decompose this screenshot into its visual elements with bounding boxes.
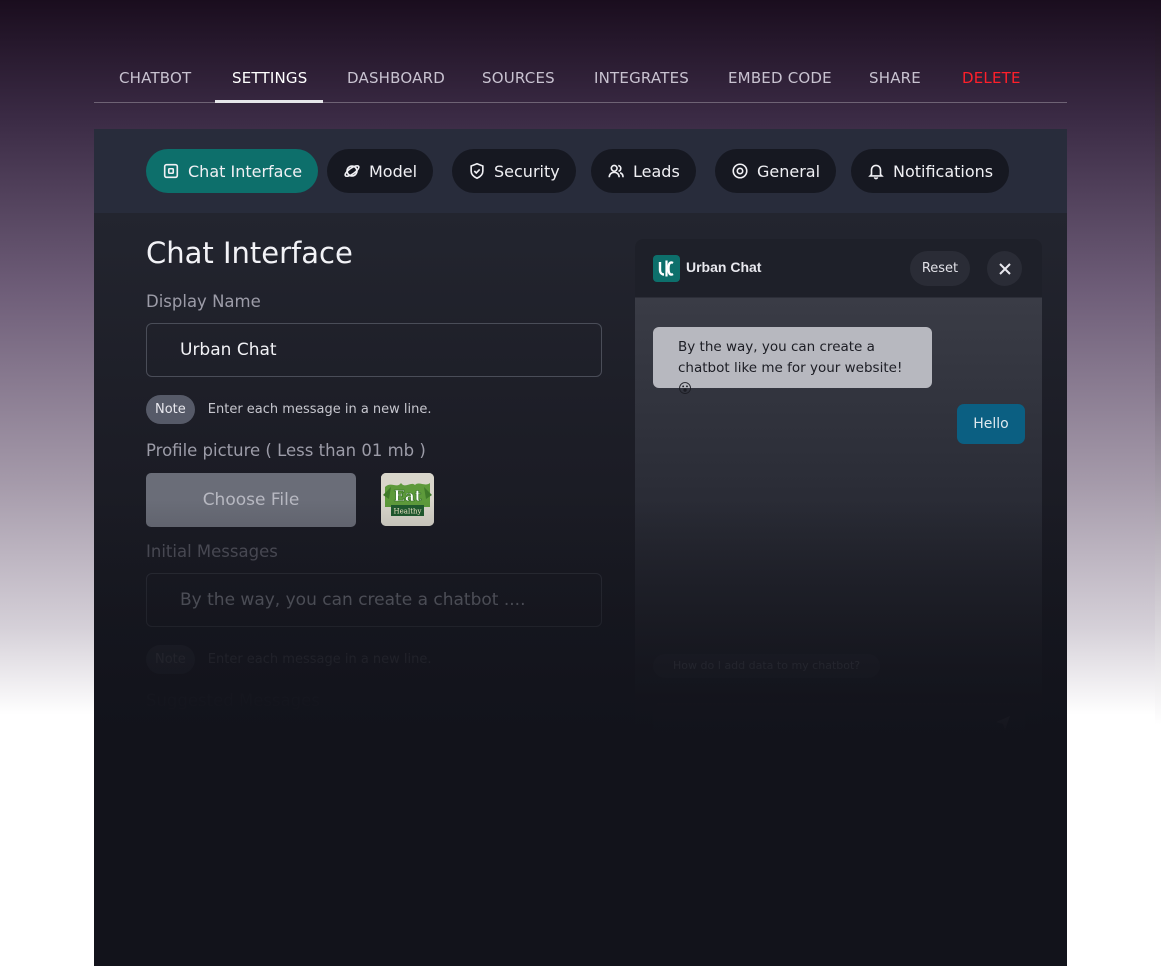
chat-messages: By the way, you can create a chatbot lik… <box>635 298 1042 737</box>
svg-text:Eat: Eat <box>393 487 421 505</box>
subtab-security[interactable]: Security <box>452 149 576 193</box>
subtab-label: General <box>757 161 821 181</box>
nav-embed-code[interactable]: EMBED CODE <box>728 69 832 87</box>
nav-delete[interactable]: DELETE <box>962 69 1021 87</box>
chat-name: Urban Chat <box>686 259 762 275</box>
nav-settings[interactable]: SETTINGS <box>232 69 307 87</box>
choose-file-button[interactable]: Choose File <box>146 473 356 527</box>
uc-logo-icon <box>658 260 674 277</box>
display-name-field[interactable]: Urban Chat <box>146 323 602 377</box>
chat-preview: Urban Chat Reset By the way, you can cre… <box>635 239 1042 737</box>
note-pill: Note <box>146 645 195 674</box>
nav-sources[interactable]: SOURCES <box>482 69 555 87</box>
subtab-label: Model <box>369 161 418 181</box>
chat-header: Urban Chat Reset <box>635 239 1042 298</box>
square-icon <box>163 163 179 179</box>
nav-chatbot[interactable]: CHATBOT <box>119 69 191 87</box>
subtab-notifications[interactable]: Notifications <box>851 149 1010 193</box>
active-tab-underline <box>215 100 323 103</box>
subtab-chat-interface[interactable]: Chat Interface <box>146 149 319 193</box>
nav-dashboard[interactable]: DASHBOARD <box>347 69 445 87</box>
chat-logo <box>653 255 680 282</box>
users-icon <box>608 164 624 178</box>
note-text: Enter each message in a new line. <box>207 402 432 417</box>
bell-icon <box>868 164 884 180</box>
chat-input[interactable] <box>653 703 1025 737</box>
top-navigation: CHATBOT SETTINGS DASHBOARD SOURCES INTEG… <box>94 56 1067 103</box>
user-message: Hello <box>957 404 1025 444</box>
send-icon[interactable] <box>995 715 1011 731</box>
close-icon <box>998 262 1011 275</box>
bot-message: By the way, you can create a chatbot lik… <box>653 327 932 397</box>
subtab-leads[interactable]: Leads <box>591 149 696 193</box>
window-edge <box>1155 0 1161 966</box>
svg-text:Healthy: Healthy <box>394 508 422 516</box>
settings-panel: Chat Interface Model Security Leads Gene… <box>94 129 1067 966</box>
close-button[interactable] <box>987 251 1022 286</box>
shield-check-icon <box>470 162 484 180</box>
target-icon <box>732 163 748 179</box>
note-pill: Note <box>146 395 195 424</box>
subtab-label: Leads <box>633 161 680 181</box>
initial-messages-label: Initial Messages <box>146 542 278 561</box>
note-text: Enter each message in a new line. <box>207 652 432 667</box>
note-row: Note Enter each message in a new line. <box>146 395 432 424</box>
subtab-label: Chat Interface <box>188 161 303 181</box>
note-row-2: Note Enter each message in a new line. <box>146 645 432 674</box>
profile-picture-label: Profile picture ( Less than 01 mb ) <box>146 441 426 460</box>
initial-messages-field[interactable]: By the way, you can create a chatbot ...… <box>146 573 602 627</box>
suggested-message-chip[interactable]: How do I add data to my chatbot? <box>653 654 881 678</box>
profile-picture-thumbnail[interactable]: Eat Healthy <box>381 473 434 526</box>
display-name-label: Display Name <box>146 292 261 311</box>
page-title: Chat Interface <box>146 236 353 270</box>
subtab-general[interactable]: General <box>715 149 837 193</box>
subtab-label: Security <box>494 161 560 181</box>
suggested-messages-label: Suggested Messages <box>146 691 320 710</box>
reset-button[interactable]: Reset <box>910 251 970 286</box>
subtab-label: Notifications <box>893 161 994 181</box>
nav-share[interactable]: SHARE <box>869 69 921 87</box>
eat-healthy-logo: Eat Healthy <box>381 473 434 526</box>
planet-icon <box>344 164 360 178</box>
subtab-model[interactable]: Model <box>327 149 434 193</box>
nav-integrates[interactable]: INTEGRATES <box>594 69 689 87</box>
settings-subtabs: Chat Interface Model Security Leads Gene… <box>94 129 1067 213</box>
